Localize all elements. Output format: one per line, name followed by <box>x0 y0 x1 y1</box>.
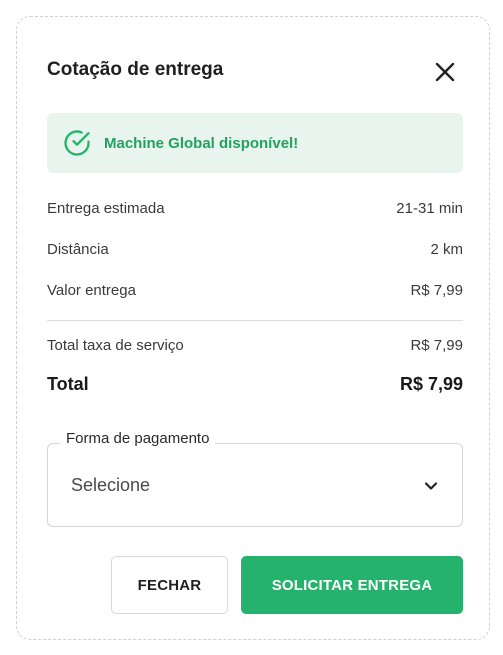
dialog-title: Cotação de entrega <box>47 59 224 80</box>
divider <box>47 320 463 321</box>
availability-message: Machine Global disponível! <box>104 134 299 152</box>
detail-value: 2 km <box>430 241 463 258</box>
detail-row-distance: Distância 2 km <box>47 241 463 258</box>
service-fee-value: R$ 7,99 <box>410 337 463 354</box>
availability-alert: Machine Global disponível! <box>47 113 463 173</box>
delivery-quote-dialog: Cotação de entrega Machine Global dispon… <box>16 16 490 640</box>
total-row: Total R$ 7,99 <box>47 374 463 395</box>
total-value: R$ 7,99 <box>399 374 463 394</box>
detail-row-estimated-delivery: Entrega estimada 21-31 min <box>47 200 463 217</box>
payment-method-value[interactable]: Selecione <box>71 475 150 496</box>
detail-value: R$ 7,99 <box>410 282 463 299</box>
service-fee-label: Total taxa de serviço <box>47 337 184 354</box>
detail-label: Entrega estimada <box>47 200 165 217</box>
chevron-down-icon[interactable] <box>422 477 440 495</box>
request-delivery-button[interactable]: SOLICITAR ENTREGA <box>241 556 463 614</box>
service-fee-row: Total taxa de serviço R$ 7,99 <box>47 337 463 354</box>
close-icon[interactable] <box>431 58 459 86</box>
check-circle-icon <box>62 128 92 158</box>
total-label: Total <box>47 374 89 394</box>
detail-label: Valor entrega <box>47 282 136 299</box>
detail-row-delivery-fee: Valor entrega R$ 7,99 <box>47 282 463 299</box>
detail-value: 21-31 min <box>396 200 463 217</box>
payment-method-label: Forma de pagamento <box>60 430 216 447</box>
detail-label: Distância <box>47 241 109 258</box>
close-button[interactable]: FECHAR <box>111 556 228 614</box>
